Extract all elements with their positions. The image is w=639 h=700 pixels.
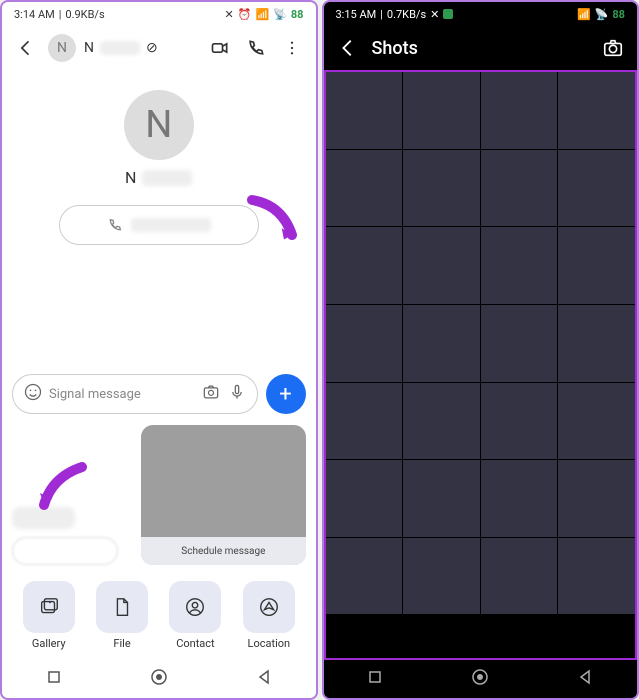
camera-icon[interactable] [201, 382, 221, 406]
alarm-icon: ⏰ [238, 8, 252, 21]
photo-thumbnail[interactable] [326, 538, 403, 615]
photo-thumbnail[interactable] [403, 305, 480, 382]
app-badge-icon [443, 9, 453, 19]
contact-icon [169, 581, 221, 633]
signal-icon: 📶 [577, 8, 591, 21]
photo-thumbnail[interactable] [403, 538, 480, 615]
nav-home-icon[interactable] [150, 668, 168, 690]
photo-thumbnail[interactable] [326, 72, 403, 149]
attachment-row: Gallery File Contact Location [12, 575, 306, 652]
mic-icon[interactable] [227, 382, 247, 406]
emoji-icon[interactable] [23, 382, 43, 406]
photo-thumbnail[interactable] [481, 72, 558, 149]
photo-thumbnail[interactable] [403, 150, 480, 227]
photo-thumbnail[interactable] [481, 305, 558, 382]
blurred-content [12, 507, 75, 529]
photo-thumbnail[interactable] [481, 150, 558, 227]
photo-thumbnail[interactable] [558, 383, 635, 460]
battery-icon-r: 88 [612, 8, 625, 21]
call-pill-button[interactable]: xxxxxxx [59, 205, 259, 245]
photo-thumbnail[interactable] [558, 460, 635, 537]
signal-icon: 📶 [255, 8, 269, 21]
schedule-message-card[interactable]: Schedule message [141, 425, 305, 565]
photo-grid [326, 72, 636, 614]
photo-thumbnail[interactable] [403, 72, 480, 149]
voice-call-button[interactable] [242, 34, 270, 62]
attach-contact[interactable]: Contact [169, 581, 221, 650]
menu-button[interactable] [278, 34, 306, 62]
shots-title: Shots [372, 38, 590, 59]
phone-right: 3:15 AM | 0.7KB/s ✕ 📶 📡 88 Shots [322, 0, 639, 700]
schedule-caption: Schedule message [141, 537, 305, 565]
photo-grid-wrap [324, 70, 638, 660]
display-name: N xxxx [125, 168, 192, 187]
chat-header: N N xxxx ⊘ [2, 26, 316, 70]
chat-name[interactable]: N xxxx ⊘ [84, 40, 198, 56]
name-blurred: xxxx [100, 41, 140, 55]
vibrate-icon: ✕ [430, 8, 439, 21]
phone-left: 3:14 AM | 0.9KB/s ✕ ⏰ 📶 📡 88 N N xxxx ⊘ [0, 0, 318, 700]
nav-home-icon[interactable] [471, 668, 489, 690]
status-bar: 3:14 AM | 0.9KB/s ✕ ⏰ 📶 📡 88 [2, 2, 316, 26]
avatar-small[interactable]: N [48, 34, 76, 62]
message-input-row: Signal message + [2, 371, 316, 417]
nav-back-icon[interactable] [256, 669, 272, 689]
location-icon [243, 581, 295, 633]
status-speed-r: 0.7KB/s [387, 8, 426, 21]
photo-thumbnail[interactable] [558, 305, 635, 382]
camera-button[interactable] [599, 34, 627, 62]
wifi-icon: 📡 [273, 8, 287, 21]
shots-header: Shots [324, 26, 638, 70]
verified-icon: ⊘ [146, 40, 158, 56]
gallery-icon [23, 581, 75, 633]
photo-thumbnail[interactable] [481, 460, 558, 537]
nav-recent-icon[interactable] [367, 669, 383, 689]
photo-thumbnail[interactable] [326, 227, 403, 304]
nav-recent-icon[interactable] [46, 669, 62, 689]
attach-file[interactable]: File [96, 581, 148, 650]
photo-thumbnail[interactable] [481, 383, 558, 460]
chat-body: N N xxxx xxxxxxx [2, 70, 316, 371]
photo-thumbnail[interactable] [481, 538, 558, 615]
status-speed: 0.9KB/s [65, 8, 104, 21]
photo-thumbnail[interactable] [326, 460, 403, 537]
vibrate-icon: ✕ [225, 8, 234, 21]
blurred-pill [12, 537, 118, 565]
battery-icon: 88 [291, 8, 304, 21]
photo-thumbnail[interactable] [326, 305, 403, 382]
photo-thumbnail[interactable] [403, 227, 480, 304]
attach-plus-button[interactable]: + [266, 374, 306, 414]
nav-back-icon[interactable] [577, 669, 593, 689]
photo-thumbnail[interactable] [403, 460, 480, 537]
video-call-button[interactable] [206, 34, 234, 62]
nav-bar [2, 660, 316, 698]
attachment-sheet: Schedule message Gallery File [2, 417, 316, 660]
wifi-icon: 📡 [595, 8, 609, 21]
back-button[interactable] [334, 34, 362, 62]
attach-location[interactable]: Location [243, 581, 295, 650]
message-input[interactable]: Signal message [12, 374, 258, 414]
photo-thumbnail[interactable] [558, 150, 635, 227]
avatar-large[interactable]: N [124, 90, 194, 160]
photo-thumbnail[interactable] [403, 383, 480, 460]
file-icon [96, 581, 148, 633]
back-button[interactable] [12, 34, 40, 62]
status-time-r: 3:15 AM [336, 8, 377, 21]
photo-thumbnail[interactable] [558, 538, 635, 615]
photo-thumbnail[interactable] [326, 150, 403, 227]
input-placeholder: Signal message [49, 387, 195, 402]
attach-gallery[interactable]: Gallery [23, 581, 75, 650]
nav-bar-right [324, 660, 638, 698]
status-time: 3:14 AM [14, 8, 55, 21]
photo-thumbnail[interactable] [481, 227, 558, 304]
photo-thumbnail[interactable] [558, 227, 635, 304]
photo-thumbnail[interactable] [558, 72, 635, 149]
photo-thumbnail[interactable] [326, 383, 403, 460]
status-bar-right: 3:15 AM | 0.7KB/s ✕ 📶 📡 88 [324, 2, 638, 26]
